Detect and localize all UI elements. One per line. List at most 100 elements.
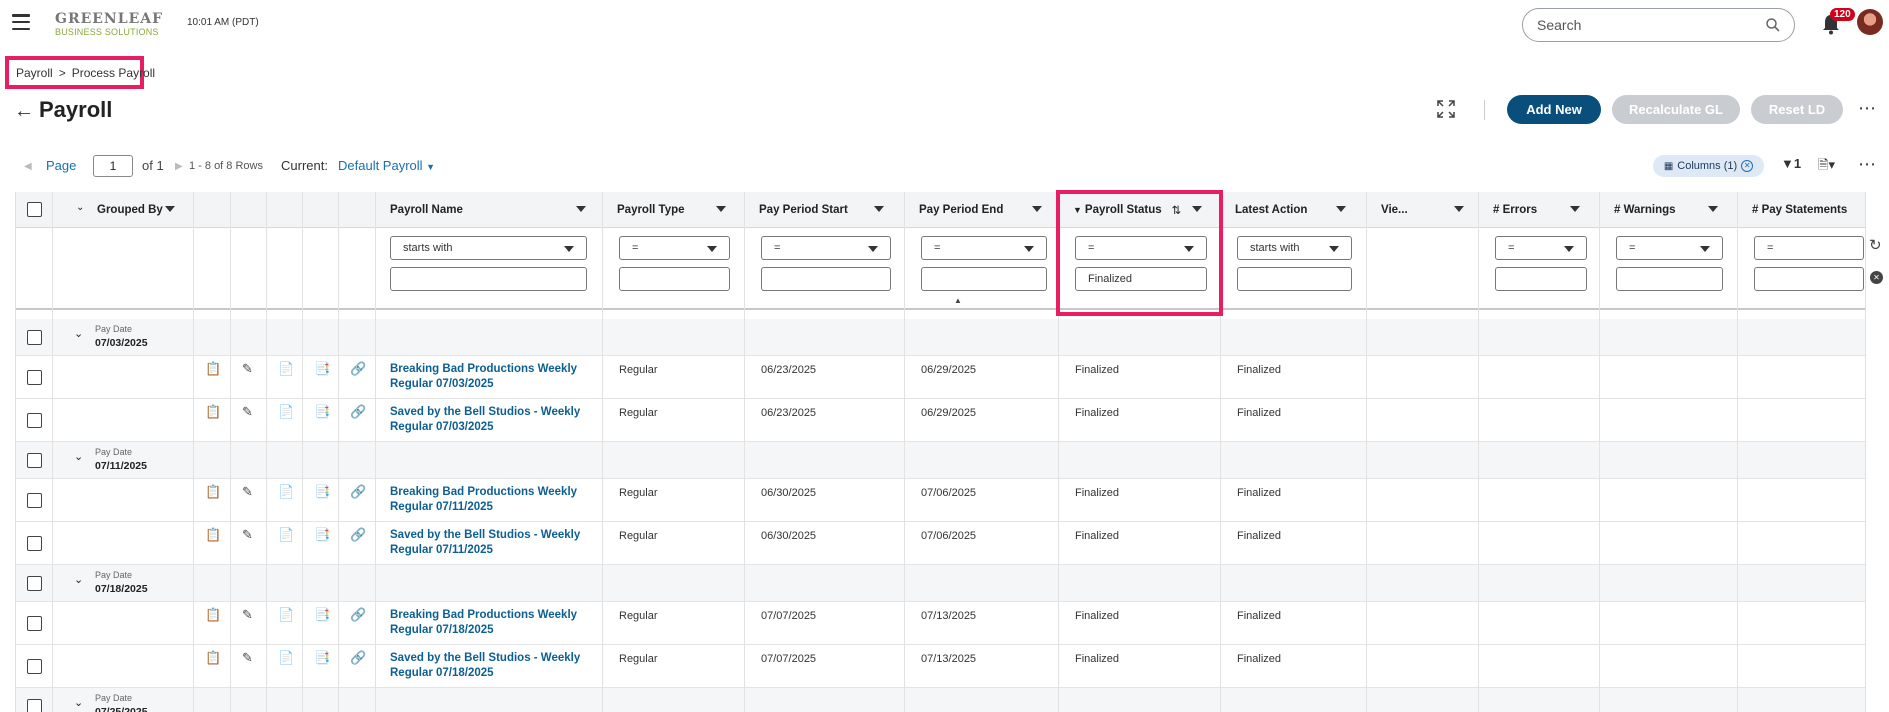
header-payroll-type[interactable]: Payroll Type [603,192,685,228]
next-page-icon[interactable]: ▶ [175,161,183,172]
row-checkbox[interactable] [27,659,42,674]
refresh-icon[interactable]: ↻ [1869,236,1882,254]
edit-icon[interactable]: ✎ [242,361,258,377]
row-checkbox[interactable] [27,616,42,631]
payroll-name-link[interactable]: Saved by the Bell Studios - Weekly Regul… [390,405,590,435]
warnings-filter-input[interactable] [1616,267,1723,291]
payroll-status-menu-icon[interactable] [1192,206,1202,212]
latest-action-menu-icon[interactable] [1336,206,1346,212]
payroll-type-menu-icon[interactable] [716,206,726,212]
pay-period-end-filter-operator[interactable]: = [921,236,1047,260]
row-checkbox[interactable] [27,699,42,712]
breadcrumb-process-payroll[interactable]: Process Payroll [72,66,155,80]
payroll-name-link[interactable]: Breaking Bad Productions Weekly Regular … [390,485,590,515]
payroll-name-link[interactable]: Saved by the Bell Studios - Weekly Regul… [390,528,590,558]
header-pay-period-end[interactable]: Pay Period End [905,192,1003,228]
edit-icon[interactable]: ✎ [242,607,258,623]
document-icon[interactable]: 📄 [278,404,294,420]
payroll-name-filter-operator[interactable]: starts with [390,236,587,260]
back-arrow-icon[interactable]: ← [14,100,34,123]
row-checkbox[interactable] [27,536,42,551]
pay-period-start-filter-input[interactable] [761,267,891,291]
payroll-name-link[interactable]: Breaking Bad Productions Weekly Regular … [390,608,590,638]
pay-period-start-menu-icon[interactable] [874,206,884,212]
chevron-down-icon[interactable]: ⌄ [74,573,83,586]
document-icon[interactable]: 📄 [278,527,294,543]
link-icon[interactable]: 🔗 [350,650,366,666]
header-view[interactable]: Vie... [1367,192,1408,228]
payroll-register-icon[interactable]: 📋 [205,650,221,666]
avatar[interactable] [1857,9,1883,35]
search-input[interactable]: Search [1522,8,1795,42]
header-errors[interactable]: # Errors [1479,192,1537,228]
expand-icon[interactable] [1436,99,1456,119]
chevron-down-icon[interactable]: ⌄ [74,327,83,340]
reset-ld-button[interactable]: Reset LD [1751,95,1843,124]
payroll-name-menu-icon[interactable] [576,206,586,212]
payroll-register-icon[interactable]: 📋 [205,361,221,377]
header-latest-action[interactable]: Latest Action [1221,192,1307,228]
document-icon[interactable]: 📄 [278,361,294,377]
errors-filter-operator[interactable]: = [1495,236,1587,260]
filter-icon[interactable]: ▼1 [1781,156,1801,171]
link-icon[interactable]: 🔗 [350,484,366,500]
link-icon[interactable]: 🔗 [350,361,366,377]
payroll-name-filter-input[interactable] [390,267,587,291]
link-icon[interactable]: 🔗 [350,404,366,420]
pay-period-end-filter-input[interactable] [921,267,1047,291]
errors-filter-input[interactable] [1495,267,1587,291]
columns-filter-chip[interactable]: ▦ Columns (1) ✕ [1653,155,1764,177]
header-warnings[interactable]: # Warnings [1600,192,1676,228]
grid-more-icon[interactable]: ⋯ [1858,154,1877,175]
row-checkbox[interactable] [27,576,42,591]
payroll-name-link[interactable]: Saved by the Bell Studios - Weekly Regul… [390,651,590,681]
row-checkbox[interactable] [27,413,42,428]
report-icon[interactable]: 📑 [314,484,330,500]
latest-action-filter-input[interactable] [1237,267,1352,291]
payroll-register-icon[interactable]: 📋 [205,527,221,543]
current-view-dropdown[interactable]: Default Payroll ▼ [338,158,435,173]
header-pay-period-start[interactable]: Pay Period Start [745,192,848,228]
document-icon[interactable]: 📄 [278,607,294,623]
chevron-down-icon[interactable]: ⌄ [74,696,83,709]
edit-icon[interactable]: ✎ [242,484,258,500]
view-menu-icon[interactable] [1454,206,1464,212]
pay-statements-filter-input[interactable] [1754,267,1864,291]
clear-columns-icon[interactable]: ✕ [1741,160,1754,172]
pay-statements-filter-operator[interactable]: = [1754,236,1864,260]
report-icon[interactable]: 📑 [314,527,330,543]
report-icon[interactable]: 📑 [314,607,330,623]
report-icon[interactable]: 📑 [314,404,330,420]
row-checkbox[interactable] [27,370,42,385]
payroll-type-filter-input[interactable] [619,267,730,291]
chevron-down-icon[interactable]: ⌄ [74,450,83,463]
link-icon[interactable]: 🔗 [350,607,366,623]
report-icon[interactable]: 📑 [314,361,330,377]
pay-period-start-filter-operator[interactable]: = [761,236,891,260]
header-grouped-by[interactable]: Grouped By [83,192,163,228]
select-all-checkbox[interactable] [27,202,42,217]
warnings-menu-icon[interactable] [1708,206,1718,212]
document-icon[interactable]: 📄 [278,484,294,500]
clear-filters-icon[interactable]: ✕ [1870,271,1883,284]
edit-icon[interactable]: ✎ [242,527,258,543]
row-checkbox[interactable] [27,330,42,345]
add-new-button[interactable]: Add New [1507,95,1601,124]
row-checkbox[interactable] [27,453,42,468]
errors-menu-icon[interactable] [1570,206,1580,212]
sort-icon[interactable]: ⇅ [1172,203,1182,217]
payroll-register-icon[interactable]: 📋 [205,607,221,623]
page-number-input[interactable]: 1 [93,155,133,177]
breadcrumb-payroll[interactable]: Payroll [16,66,53,80]
edit-icon[interactable]: ✎ [242,404,258,420]
header-pay-statements[interactable]: # Pay Statements [1738,192,1847,228]
payroll-name-link[interactable]: Breaking Bad Productions Weekly Regular … [390,362,590,392]
edit-icon[interactable]: ✎ [242,650,258,666]
latest-action-filter-operator[interactable]: starts with [1237,236,1352,260]
export-icon[interactable]: 🗎▾ [1818,156,1835,178]
grouped-by-menu-icon[interactable] [165,206,175,212]
payroll-register-icon[interactable]: 📋 [205,404,221,420]
recalculate-gl-button[interactable]: Recalculate GL [1612,95,1740,124]
warnings-filter-operator[interactable]: = [1616,236,1723,260]
payroll-register-icon[interactable]: 📋 [205,484,221,500]
